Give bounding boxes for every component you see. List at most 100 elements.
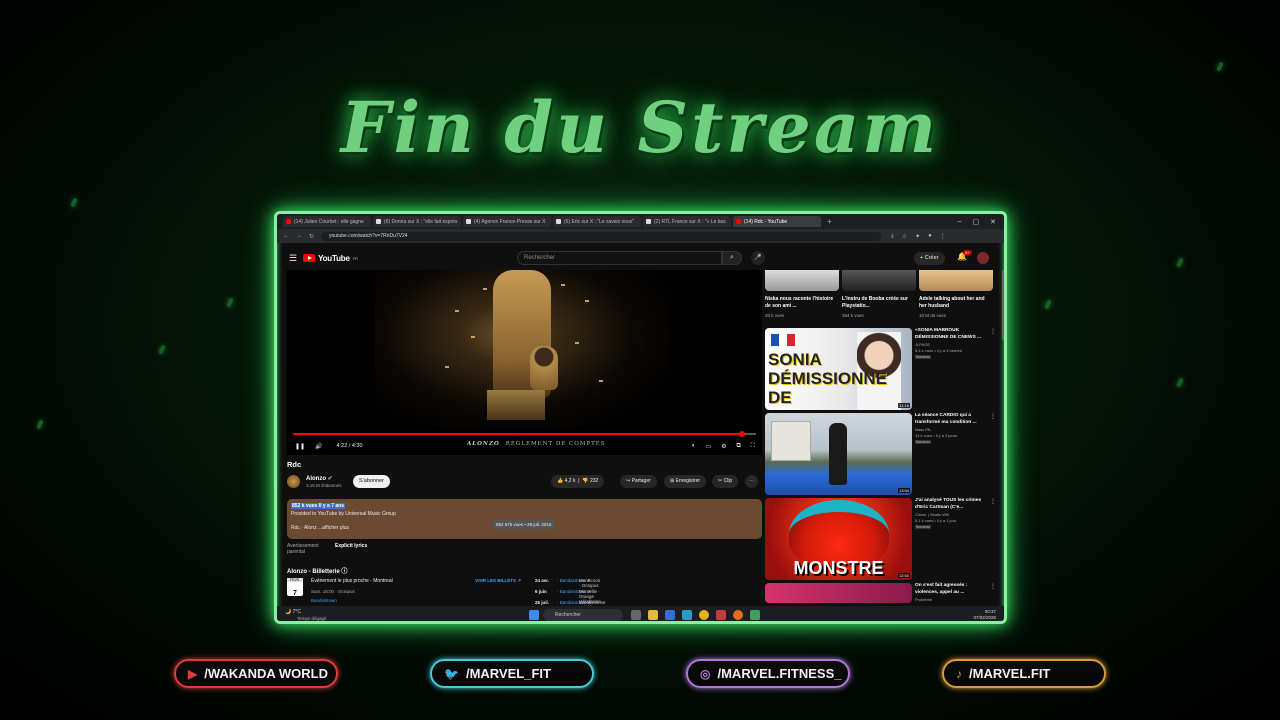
miniplayer-icon[interactable]: ⧉ xyxy=(737,443,741,450)
more-options-icon[interactable]: ⋮ xyxy=(990,498,996,505)
taskbar-search-input[interactable]: Rechercher xyxy=(543,609,623,621)
create-button[interactable]: + Créer xyxy=(914,252,945,265)
subscribe-button[interactable]: S'abonner xyxy=(353,475,390,488)
browser-tab[interactable]: (6) Eric sur X : "Le saviez vous" xyxy=(553,216,641,227)
tour-date-row[interactable]: 6 juin Marseille · Orange Vélodrome · Ban… xyxy=(535,589,765,604)
reload-icon[interactable]: ↻ xyxy=(309,233,314,240)
minimize-icon[interactable]: – xyxy=(958,218,962,226)
progress-scrubber[interactable] xyxy=(739,431,746,437)
save-button[interactable]: ⊞ Enregistrer xyxy=(664,475,707,488)
more-actions-button[interactable]: ⋯ xyxy=(745,475,758,488)
browser-tab[interactable]: (14) Julien Courbet : elle gagne xyxy=(283,216,371,227)
download-icon[interactable]: ⤓ xyxy=(891,233,894,240)
instagram-icon: ◎ xyxy=(700,666,711,681)
rec-title[interactable]: «SONIA MABROUK DÉMISSIONNE DE CNEWS ... xyxy=(915,328,987,341)
rec-channel[interactable]: Problème xyxy=(915,597,932,602)
rec-title[interactable]: L'Instru de Booba créée sur Playstatio..… xyxy=(842,296,916,310)
more-options-icon[interactable]: ⋮ xyxy=(990,328,996,335)
rec-thumbnail[interactable] xyxy=(765,270,839,291)
fullscreen-icon[interactable]: ⛶ xyxy=(751,443,755,450)
browser-tab[interactable]: (2) RTL France sur X : "« Le bus xyxy=(643,216,731,227)
info-icon[interactable]: ⓘ xyxy=(341,569,347,575)
pause-icon[interactable]: ❚❚ xyxy=(295,443,305,450)
app-icon[interactable] xyxy=(665,610,675,620)
video-player[interactable]: ❚❚ 🔊 4:22 / 4:30 ALONZO RÈGLEMENT DE COMP… xyxy=(287,270,762,455)
task-view-icon[interactable] xyxy=(631,610,641,620)
clip-button[interactable]: ✂ Clip xyxy=(712,475,739,488)
recommendations-sidebar: Niska nous raconte l'histoire de son ami… xyxy=(765,270,1003,603)
firefox-icon[interactable] xyxy=(733,610,743,620)
rec-channel[interactable]: Clover | Studio Will xyxy=(915,512,949,517)
rec-thumbnail[interactable]: SONIA DÉMISSIONNE DE CNEWS 11:16 xyxy=(765,328,912,410)
particle xyxy=(1176,377,1184,388)
rec-channel[interactable]: Nass IRL xyxy=(915,427,931,432)
app-icon[interactable] xyxy=(716,610,726,620)
more-options-icon[interactable]: ⋮ xyxy=(990,583,996,590)
windows-taskbar: 🌙 7°C Temps dégagé Rechercher 00:37 07/02… xyxy=(277,606,1004,621)
weather-widget[interactable]: 🌙 7°C xyxy=(285,609,301,615)
browser-tab[interactable]: (4) Agence France-Presse sur X xyxy=(463,216,551,227)
rec-channel[interactable]: JLPAGE xyxy=(915,342,930,347)
browser-tab-active[interactable]: (14) Rdc - YouTube xyxy=(733,216,821,227)
share-button[interactable]: ↪ Partager xyxy=(620,475,657,488)
autoplay-toggle-icon[interactable]: ◐ xyxy=(692,443,696,450)
subtitles-icon[interactable]: ▭ xyxy=(705,443,711,450)
more-options-icon[interactable]: ⋮ xyxy=(990,413,996,420)
description-box[interactable]: 852 k vues Il y a 7 ans Provided to YouT… xyxy=(287,499,762,539)
rec-thumbnail[interactable]: MONSTRE 12:50 xyxy=(765,498,912,580)
search-icon[interactable]: ⌕ xyxy=(722,251,742,265)
new-tab-button[interactable]: + xyxy=(827,217,832,226)
rec-title[interactable]: Adele talking about her and her husband xyxy=(919,296,993,310)
rec-thumbnail[interactable] xyxy=(765,583,912,603)
forward-icon[interactable]: → xyxy=(296,233,302,239)
edge-icon[interactable] xyxy=(682,610,692,620)
file-explorer-icon[interactable] xyxy=(648,610,658,620)
like-button[interactable]: 👍 4,2 k | 👎 232 xyxy=(551,475,605,488)
event-seller-link[interactable]: Bandsintown xyxy=(311,598,337,603)
rec-item[interactable]: 13:54 La séance CARDIO qui a transformé … xyxy=(765,413,996,495)
youtube-logo[interactable]: YouTube FR xyxy=(303,254,358,263)
view-tickets-button[interactable]: VOIR LES BILLETS ↗ xyxy=(475,578,521,584)
rec-title[interactable]: La séance CARDIO qui a transformé ma con… xyxy=(915,413,987,426)
windows-start-icon[interactable] xyxy=(529,610,539,620)
volume-icon[interactable]: 🔊 xyxy=(315,443,322,450)
hamburger-menu-icon[interactable]: ☰ xyxy=(289,253,297,264)
social-twitter[interactable]: 🐦/MARVEL_FIT xyxy=(430,659,594,688)
bookmark-icon[interactable]: ☆ xyxy=(902,233,907,240)
sidebar-scrollbar[interactable] xyxy=(1002,270,1004,340)
avatar[interactable] xyxy=(977,252,989,264)
search-input[interactable]: Rechercher xyxy=(517,251,722,265)
maximize-icon[interactable]: ▢ xyxy=(973,218,980,226)
rec-thumbnail[interactable]: 13:54 xyxy=(765,413,912,495)
social-tiktok[interactable]: ♪/MARVEL.FIT xyxy=(942,659,1106,688)
rec-title[interactable]: J'ai analysé TOUS les crimes d'Eric Cart… xyxy=(915,498,987,511)
extensions-icon[interactable]: ✦ xyxy=(915,233,920,240)
settings-gear-icon[interactable]: ⚙ xyxy=(721,443,726,450)
url-field[interactable]: youtube.com/watch?v=7RnDu7V24 xyxy=(321,231,882,241)
rec-item[interactable]: SONIA DÉMISSIONNE DE CNEWS 11:16 «SONIA … xyxy=(765,328,996,410)
profile-icon[interactable]: ● xyxy=(928,233,932,240)
browser-tab[interactable]: (6) Donna sur X : "elle fait exprès xyxy=(373,216,461,227)
social-instagram[interactable]: ◎/MARVEL.FITNESS_ xyxy=(686,659,850,688)
channel-name[interactable]: Alonzo ✔ xyxy=(306,475,333,482)
stream-end-title: Fin du Stream xyxy=(340,86,940,169)
microphone-icon[interactable]: 🎤 xyxy=(751,251,765,265)
browser-menu-icon[interactable]: ⋮ xyxy=(940,233,946,240)
back-icon[interactable]: ← xyxy=(283,233,289,239)
taskbar-clock[interactable]: 00:37 07/02/2026 xyxy=(973,609,996,621)
rec-thumbnail[interactable] xyxy=(842,270,916,291)
rec-title[interactable]: Niska nous raconte l'histoire de son ami… xyxy=(765,296,839,310)
chrome-icon[interactable] xyxy=(699,610,709,620)
rec-item[interactable]: On s'est fait agressés : violences, appe… xyxy=(765,583,996,603)
rec-item[interactable]: MONSTRE 12:50 J'ai analysé TOUS les crim… xyxy=(765,498,996,580)
rec-thumbnail[interactable] xyxy=(919,270,993,291)
app-icon[interactable] xyxy=(750,610,760,620)
video-title: Rdc xyxy=(287,460,302,469)
close-icon[interactable]: ✕ xyxy=(990,218,996,226)
channel-avatar[interactable] xyxy=(287,475,300,488)
twitter-icon: 🐦 xyxy=(444,666,459,681)
video-progress-bar[interactable] xyxy=(293,431,756,437)
social-youtube[interactable]: ▶/WAKANDA WORLD xyxy=(174,659,338,688)
tour-date-row[interactable]: 24 avr. Montcoron · Octopus · Bandsintown… xyxy=(535,578,765,589)
rec-title[interactable]: On s'est fait agressés : violences, appe… xyxy=(915,583,987,596)
